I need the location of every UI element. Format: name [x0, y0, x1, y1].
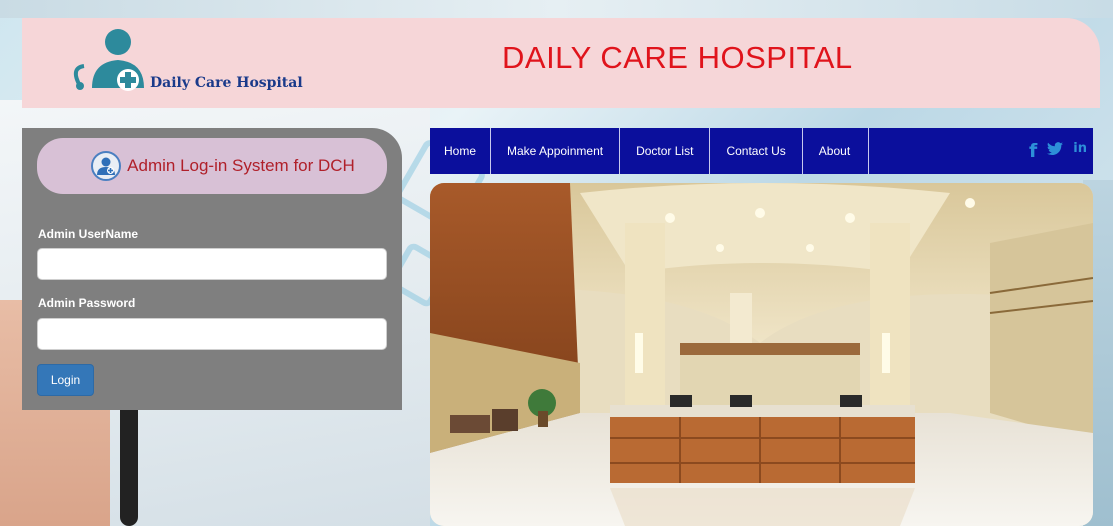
login-banner: Admin Log-in System for DCH [37, 138, 387, 194]
background-stethoscope [120, 400, 138, 526]
nav-item-make-appointment[interactable]: Make Appoinment [491, 128, 621, 174]
nav-item-doctor-list[interactable]: Doctor List [620, 128, 711, 174]
admin-user-icon [91, 151, 122, 181]
nav-item-about[interactable]: About [803, 128, 869, 174]
username-label: Admin UserName [38, 227, 139, 241]
nav-item-contact-us[interactable]: Contact Us [710, 128, 803, 174]
login-button[interactable]: Login [37, 364, 94, 396]
nav-item-home[interactable]: Home [430, 128, 492, 174]
facebook-icon[interactable]: f [1029, 140, 1037, 162]
twitter-icon[interactable] [1047, 142, 1064, 160]
password-input[interactable] [37, 318, 387, 350]
username-input[interactable] [37, 248, 387, 280]
social-links: f in [1029, 128, 1093, 174]
admin-login-panel: Admin Log-in System for DCH Admin UserNa… [22, 128, 402, 410]
main-navbar: Home Make Appoinment Doctor List Contact… [430, 128, 1093, 174]
logo-text: Daily Care Hospital [150, 75, 303, 91]
login-banner-title: Admin Log-in System for DCH [127, 156, 355, 175]
password-label: Admin Password [38, 296, 136, 310]
hospital-lobby-image [430, 183, 1093, 526]
background-top-strip [0, 0, 1113, 18]
site-header: Daily Care Hospital DAILY CARE HOSPITAL [22, 18, 1100, 108]
linkedin-icon[interactable]: in [1073, 141, 1087, 156]
site-title: DAILY CARE HOSPITAL [502, 40, 853, 75]
